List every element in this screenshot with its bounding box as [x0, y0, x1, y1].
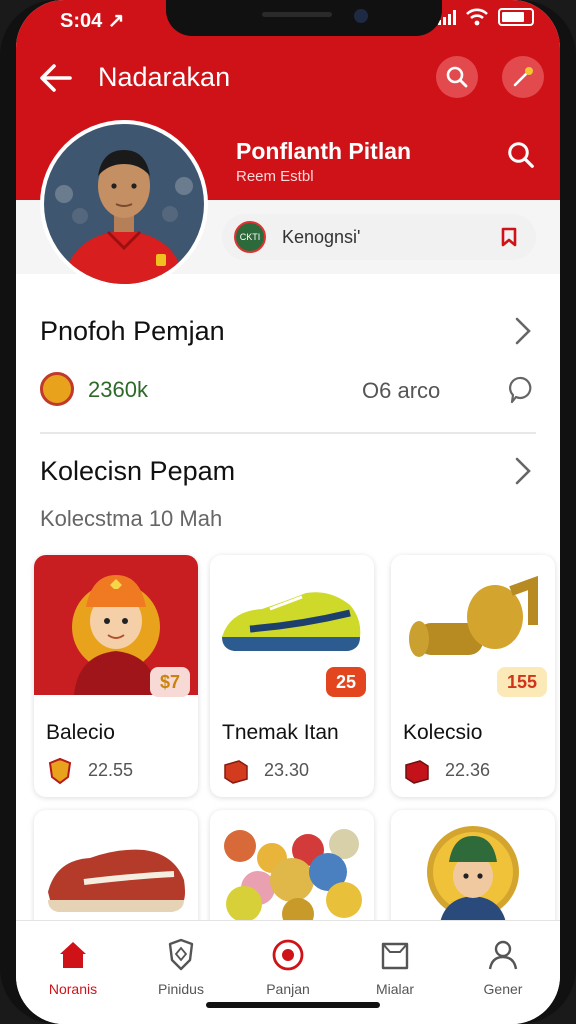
price-badge: 155	[496, 667, 547, 697]
user-icon	[488, 940, 518, 970]
player-avatar[interactable]	[40, 120, 208, 288]
back-arrow-icon[interactable]	[36, 60, 76, 96]
card-value: 23.30	[264, 760, 310, 780]
tab-market[interactable]: Mialar	[345, 935, 445, 997]
club-logo: CKTI	[234, 221, 266, 253]
tab-profile[interactable]: Gener	[453, 935, 553, 997]
box-icon	[224, 760, 248, 784]
tab-teams[interactable]: Pinidus	[131, 935, 231, 997]
search-icon	[446, 66, 468, 88]
collection-card[interactable]: 25 Tnemak Itan 23.30	[210, 555, 374, 797]
tab-home[interactable]: Noranis	[23, 935, 123, 997]
tab-label: Gener	[483, 981, 523, 997]
club-pill[interactable]: CKTI Kenognsi'	[222, 214, 536, 260]
card-value: 22.55	[88, 760, 134, 780]
notch	[166, 0, 442, 36]
bag-icon	[381, 942, 409, 970]
chevron-right-icon[interactable]	[514, 456, 532, 486]
price-badge: 25	[325, 667, 366, 697]
player-subtitle: Reem Estbl	[236, 168, 314, 185]
home-icon	[60, 942, 86, 968]
pencil-icon	[513, 67, 533, 87]
status-icons	[438, 8, 534, 26]
tab-label: Panjan	[266, 981, 310, 997]
app-title: Nadarakan	[98, 62, 231, 92]
collection-subtitle: Kolecstma 10 Mah	[40, 506, 223, 531]
battery-icon	[498, 8, 534, 26]
wifi-icon	[466, 8, 488, 26]
bookmark-icon[interactable]	[498, 226, 520, 248]
app-screen: S:04 ↗ Nadarakan Ponflanth Pitlan Reem E…	[16, 0, 560, 1024]
chevron-right-icon[interactable]	[514, 316, 532, 346]
collection-card[interactable]: $7 Balecio 22.55	[34, 555, 198, 797]
card-value: 22.36	[445, 760, 491, 780]
collection-card[interactable]: 155 Kolecsio 22.36	[391, 555, 555, 797]
card-title: Kolecsio	[403, 721, 483, 744]
tab-label: Pinidus	[158, 981, 204, 997]
home-indicator[interactable]	[206, 1002, 380, 1008]
price-badge: $7	[149, 667, 190, 697]
stat-right: O6 arco	[362, 378, 441, 403]
player-name: Ponflanth Pitlan	[236, 138, 412, 164]
section-divider	[40, 432, 536, 434]
phone-frame: S:04 ↗ Nadarakan Ponflanth Pitlan Reem E…	[0, 0, 576, 1024]
club-name: Kenognsi'	[282, 227, 361, 247]
edit-button[interactable]	[502, 56, 544, 98]
player-photo	[44, 124, 204, 284]
chat-bubble-icon[interactable]	[508, 375, 534, 405]
player-profile-title[interactable]: Pnofoh Pemjan	[40, 316, 225, 347]
bottom-tab-bar: Noranis Pinidus Panjan Mialar Gener	[16, 920, 560, 1024]
shield-icon	[168, 938, 194, 971]
badge-icon	[48, 757, 72, 785]
tab-players[interactable]: Panjan	[238, 935, 338, 997]
tab-label: Mialar	[375, 981, 415, 997]
status-time: S:04 ↗	[60, 10, 125, 32]
stat-value: 2360k	[88, 377, 148, 402]
box-icon	[405, 760, 429, 784]
search-button[interactable]	[436, 56, 478, 98]
collection-title[interactable]: Kolecisn Pepam	[40, 456, 235, 487]
coin-icon	[40, 372, 74, 406]
tab-label: Noranis	[48, 981, 98, 997]
card-title: Balecio	[46, 721, 115, 744]
search-icon[interactable]	[506, 140, 536, 170]
target-icon	[272, 939, 304, 971]
card-title: Tnemak Itan	[222, 721, 339, 744]
